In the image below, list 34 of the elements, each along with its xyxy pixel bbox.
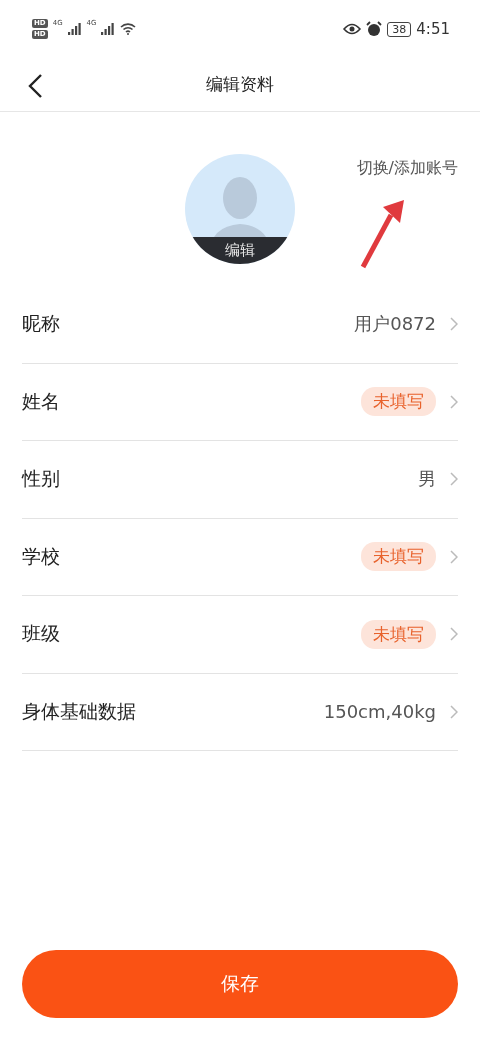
chevron-icon <box>450 549 458 564</box>
unfilled-tag: 未填写 <box>361 542 436 572</box>
row-label: 性别 <box>22 466 60 492</box>
profile-row[interactable]: 班级 未填写 <box>22 596 458 674</box>
profile-row[interactable]: 学校 未填写 <box>22 518 458 596</box>
row-label: 身体基础数据 <box>22 698 136 724</box>
chevron-icon <box>450 472 458 487</box>
row-value: 用户0872 <box>354 312 436 337</box>
switch-account-link[interactable]: 切换/添加账号 <box>356 158 458 179</box>
row-label: 昵称 <box>22 311 60 337</box>
chevron-icon <box>450 394 458 409</box>
eye-icon <box>343 23 362 35</box>
avatar[interactable]: 编辑 <box>185 154 295 264</box>
wifi-icon <box>120 23 137 35</box>
page-title: 编辑资料 <box>206 73 274 96</box>
unfilled-tag: 未填写 <box>361 387 436 417</box>
profile-row[interactable]: 昵称 用户0872 <box>22 286 458 364</box>
clock: 4:51 <box>416 20 450 38</box>
row-label: 姓名 <box>22 388 60 414</box>
alarm-icon <box>366 21 383 37</box>
row-value: 男 <box>418 467 436 492</box>
profile-row[interactable]: 性别 男 <box>22 441 458 519</box>
chevron-icon <box>450 704 458 719</box>
signal-icon <box>101 23 116 35</box>
profile-row[interactable]: 姓名 未填写 <box>22 363 458 441</box>
row-value: 150cm,40kg <box>323 701 436 723</box>
unfilled-tag: 未填写 <box>361 619 436 649</box>
signal-icon <box>67 23 82 35</box>
battery-level: 38 <box>387 21 412 37</box>
row-label: 学校 <box>22 543 60 569</box>
row-label: 班级 <box>22 621 60 647</box>
chevron-icon <box>450 317 458 332</box>
chevron-icon <box>450 627 458 642</box>
profile-row[interactable]: 身体基础数据 150cm,40kg <box>22 673 458 751</box>
